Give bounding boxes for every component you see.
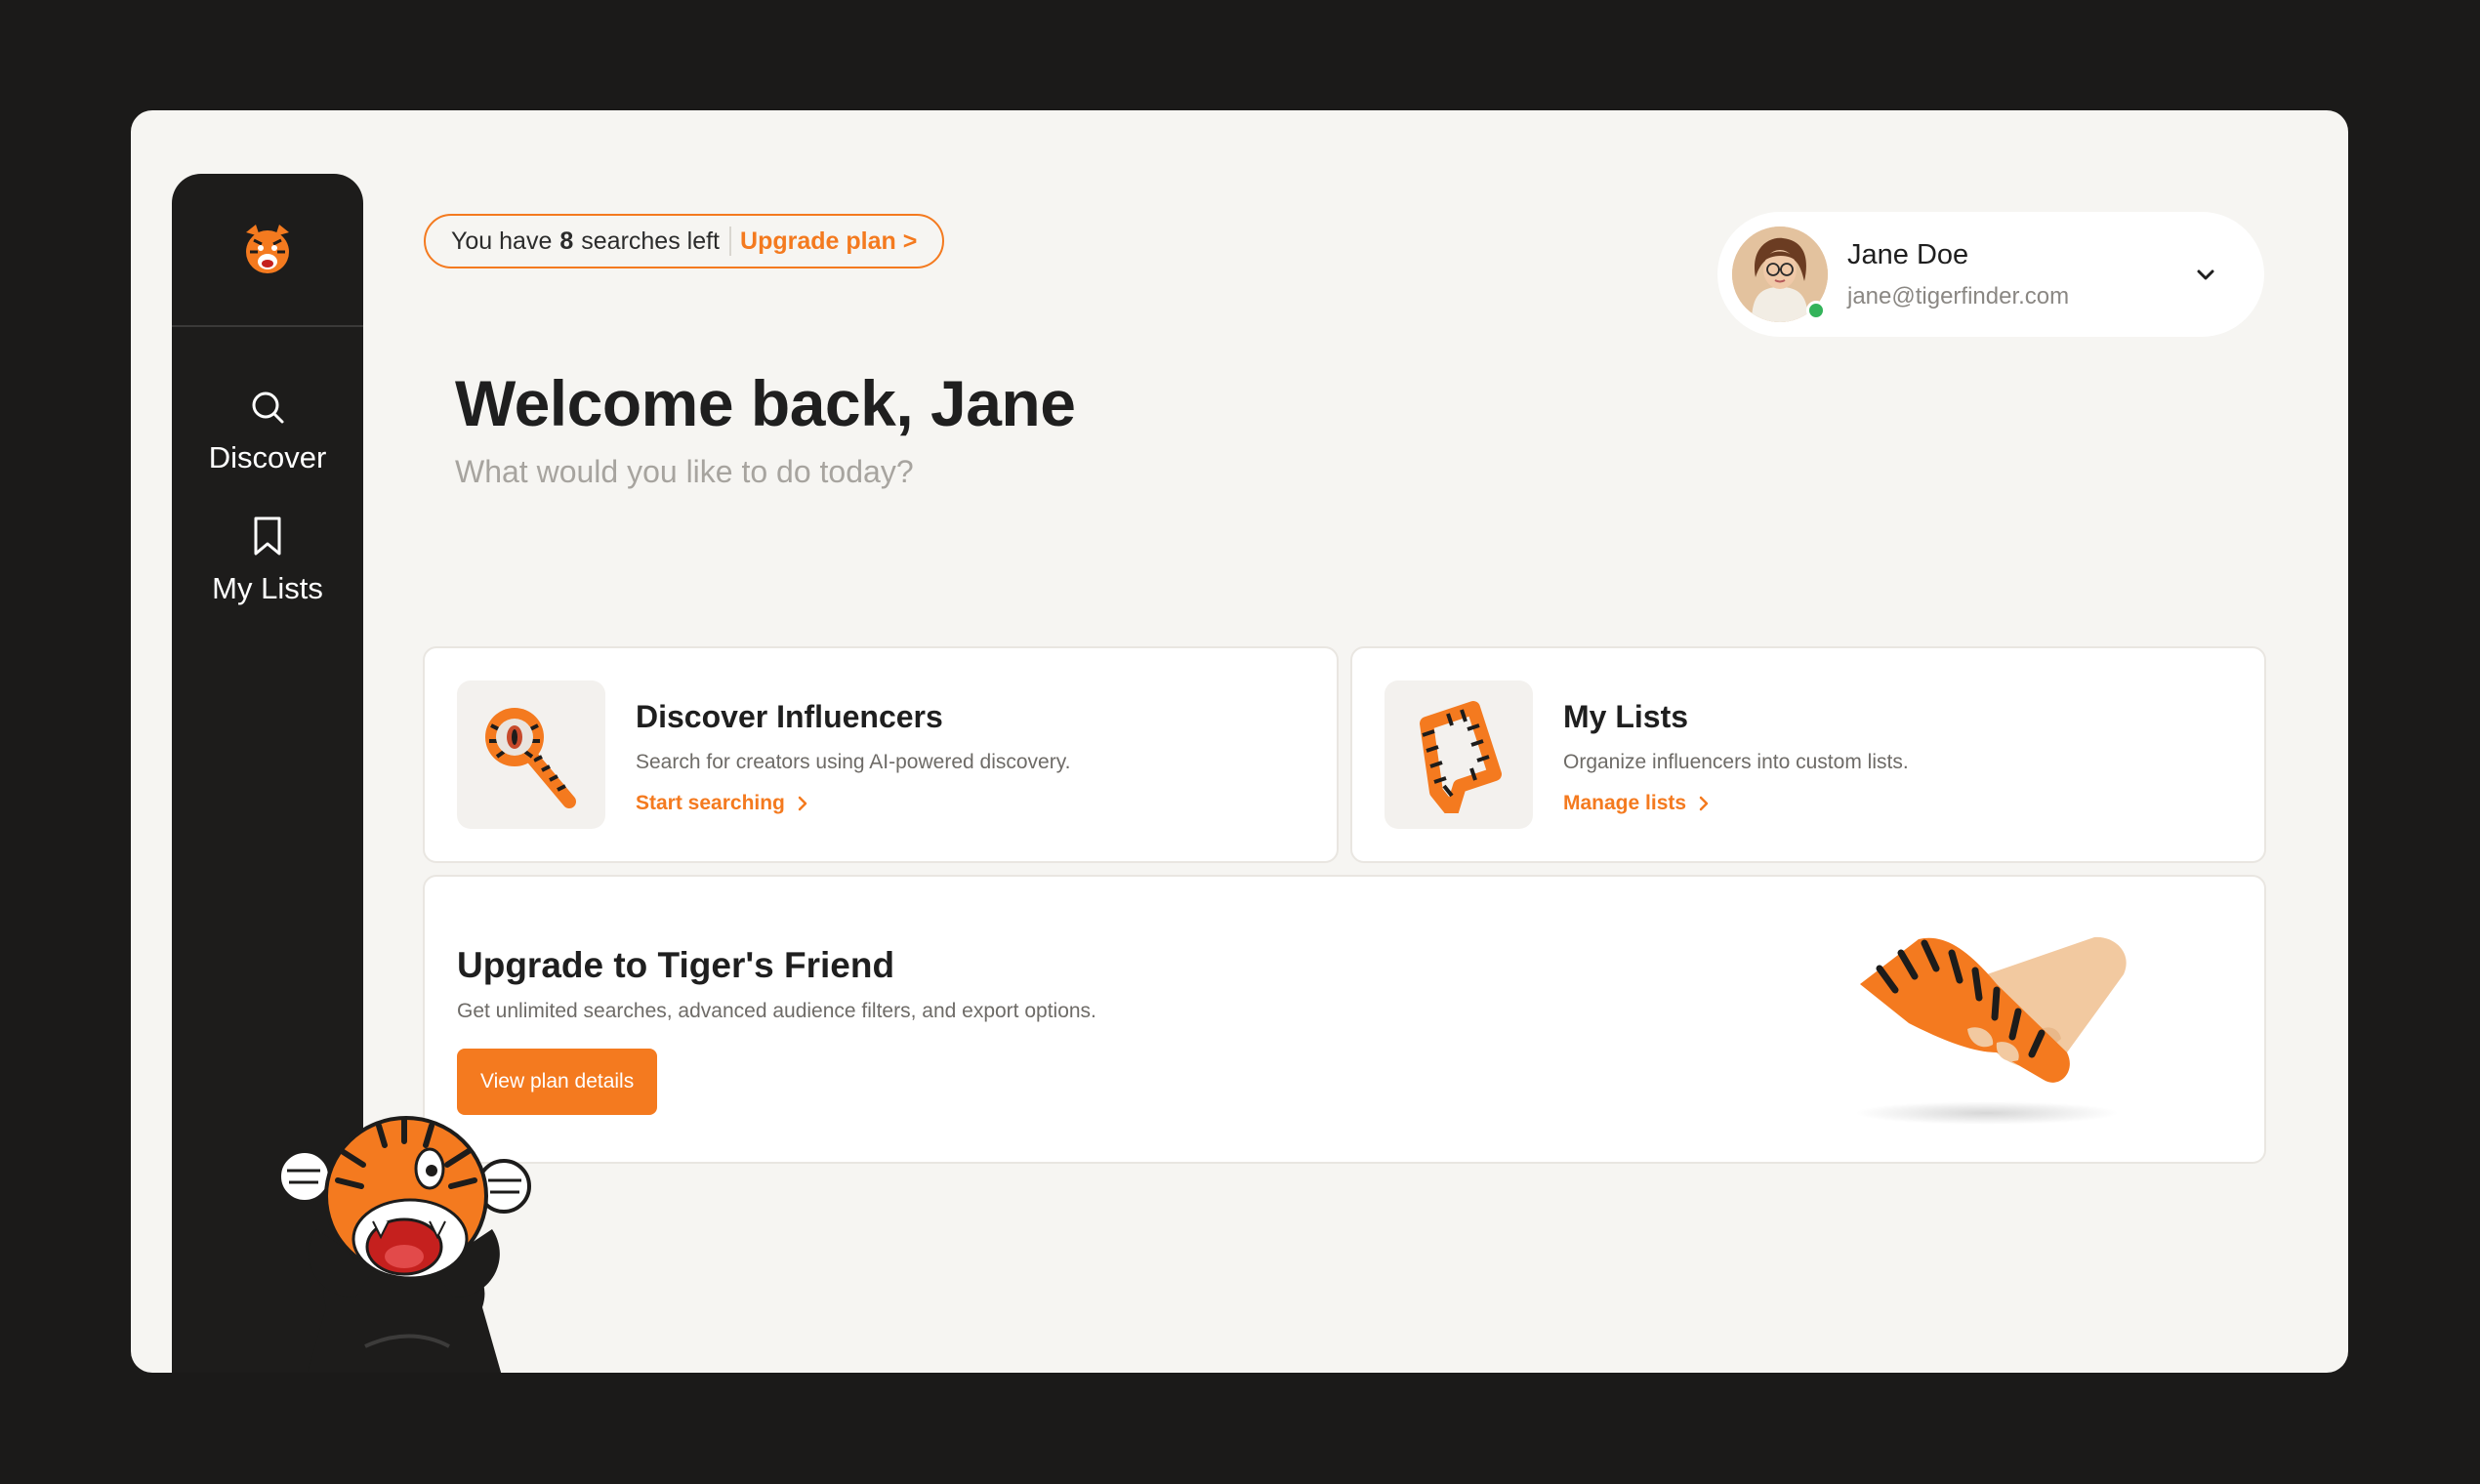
- card-description: Search for creators using AI-powered dis…: [636, 751, 1071, 773]
- my-lists-card[interactable]: My Lists Organize influencers into custo…: [1350, 646, 2266, 863]
- start-searching-link[interactable]: Start searching: [636, 792, 808, 815]
- card-description: Organize influencers into custom lists.: [1563, 751, 1909, 773]
- tiger-handshake-illustration: [1855, 936, 2127, 1125]
- user-name: Jane Doe: [1847, 238, 1969, 270]
- sidebar-item-discover[interactable]: Discover: [172, 388, 363, 475]
- discover-influencers-card[interactable]: Discover Influencers Search for creators…: [423, 646, 1339, 863]
- card-description: Get unlimited searches, advanced audienc…: [457, 1000, 1096, 1022]
- lists-icon-tile: [1385, 680, 1533, 829]
- card-body: My Lists Organize influencers into custo…: [1563, 699, 1909, 815]
- upgrade-plan-card: Upgrade to Tiger's Friend Get unlimited …: [423, 875, 2266, 1164]
- avatar: [1732, 227, 1828, 322]
- user-info: Jane Doe jane@tigerfinder.com: [1847, 239, 2186, 310]
- chevron-right-icon: [1699, 796, 1709, 811]
- logo-area: [172, 174, 363, 327]
- sidebar-item-label: Discover: [208, 440, 327, 474]
- page-subtitle: What would you like to do today?: [455, 454, 914, 489]
- manage-lists-link[interactable]: Manage lists: [1563, 792, 1710, 815]
- badge-prefix: You have: [451, 227, 553, 255]
- sidebar-item-my-lists[interactable]: My Lists: [172, 515, 363, 606]
- search-icon: [252, 392, 284, 424]
- bookmark-icon: [254, 516, 281, 556]
- app-window: Discover My Lists You have 8 searches le…: [131, 110, 2348, 1373]
- sidebar-item-label: My Lists: [212, 571, 323, 605]
- page-title: Welcome back, Jane: [455, 367, 1076, 439]
- tiger-bookmark-icon: [1420, 701, 1502, 813]
- link-label: Start searching: [636, 792, 785, 814]
- card-title: My Lists: [1563, 699, 1689, 734]
- view-plan-details-button[interactable]: View plan details: [457, 1049, 658, 1115]
- link-label: Manage lists: [1563, 792, 1687, 814]
- searches-left-badge: You have 8 searches left Upgrade plan >: [424, 214, 945, 268]
- online-status-dot: [1806, 301, 1826, 320]
- badge-divider: [729, 227, 732, 256]
- card-title: Discover Influencers: [636, 699, 943, 734]
- card-body: Upgrade to Tiger's Friend Get unlimited …: [457, 945, 1096, 1115]
- card-body: Discover Influencers Search for creators…: [636, 699, 1070, 815]
- card-title: Upgrade to Tiger's Friend: [457, 945, 895, 985]
- tiger-logo-icon[interactable]: [236, 219, 299, 281]
- searches-count: 8: [559, 227, 574, 255]
- user-menu[interactable]: Jane Doe jane@tigerfinder.com: [1717, 212, 2264, 337]
- tiger-mascot-illustration: [277, 1116, 531, 1373]
- tiger-magnifier-icon: [485, 708, 576, 808]
- chevron-right-icon: [798, 796, 807, 811]
- discover-icon-tile: [457, 680, 605, 829]
- badge-suffix: searches left: [581, 227, 721, 255]
- user-menu-toggle[interactable]: [2186, 255, 2225, 294]
- upgrade-plan-link[interactable]: Upgrade plan >: [740, 227, 917, 256]
- chevron-down-icon: [2197, 269, 2214, 280]
- user-email: jane@tigerfinder.com: [1847, 282, 2070, 309]
